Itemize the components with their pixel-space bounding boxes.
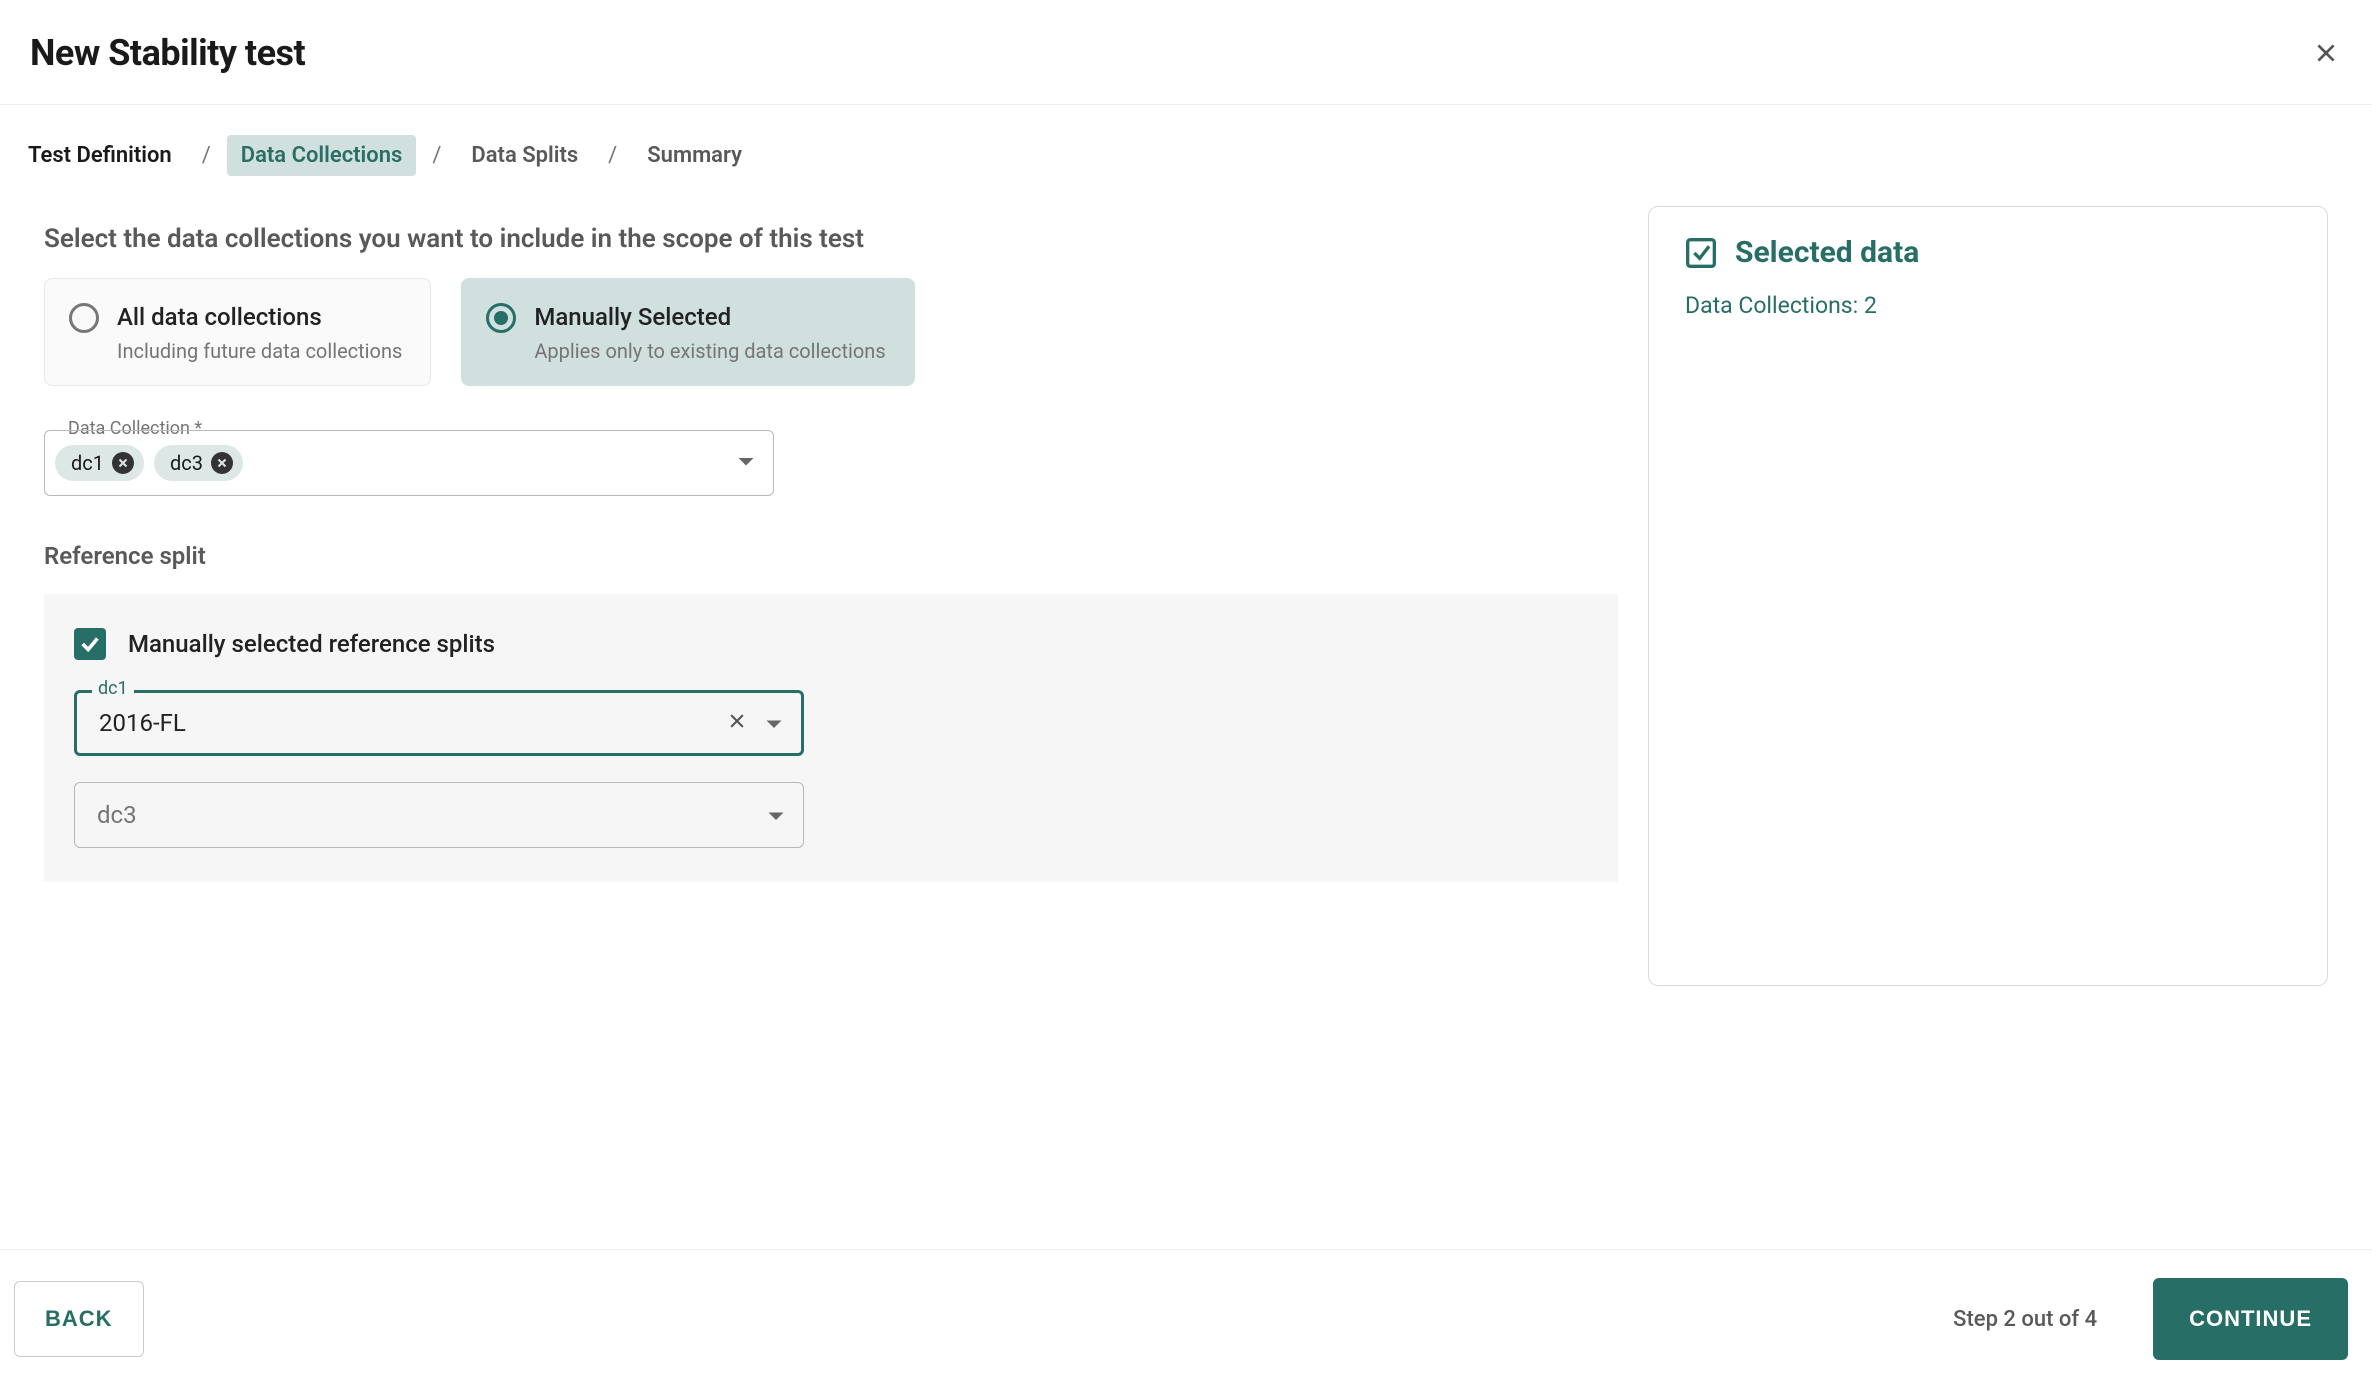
wizard-footer: BACK Step 2 out of 4 CONTINUE (0, 1249, 2372, 1388)
close-icon (117, 457, 129, 469)
manual-reference-label: Manually selected reference splits (128, 630, 495, 658)
data-collection-field[interactable]: Data Collection * dc1 dc3 (44, 430, 774, 496)
reference-split-heading: Reference split (44, 542, 1618, 570)
chip-dc1: dc1 (55, 445, 144, 481)
chip-remove-dc1[interactable] (112, 452, 134, 474)
chevron-down-icon (767, 811, 785, 823)
chevron-down-icon (737, 457, 755, 469)
step-indicator: Step 2 out of 4 (1953, 1307, 2097, 1332)
radio-manual-subtitle: Applies only to existing data collection… (534, 339, 885, 363)
radio-manual-title: Manually Selected (534, 303, 885, 331)
radio-all-subtitle: Including future data collections (117, 339, 402, 363)
back-button[interactable]: BACK (14, 1281, 144, 1357)
reference-split-panel: Manually selected reference splits dc1 (44, 594, 1618, 882)
chip-dc3: dc3 (154, 445, 243, 481)
crumb-separator: / (432, 143, 441, 168)
close-icon (216, 457, 228, 469)
radio-manually-selected[interactable]: Manually Selected Applies only to existi… (461, 278, 914, 386)
radio-all-title: All data collections (117, 303, 402, 331)
page-title: New Stability test (30, 32, 305, 74)
breadcrumb: Test Definition / Data Collections / Dat… (0, 105, 2372, 186)
close-icon (727, 711, 747, 731)
radio-icon (486, 303, 516, 333)
section-heading: Select the data collections you want to … (44, 224, 1618, 254)
selected-data-panel: Selected data Data Collections: 2 (1648, 206, 2328, 986)
dc1-dropdown-toggle[interactable] (765, 709, 783, 737)
dc3-dropdown-toggle[interactable] (767, 801, 785, 829)
manual-reference-checkbox[interactable] (74, 628, 106, 660)
dc1-clear[interactable] (727, 709, 747, 737)
crumb-summary[interactable]: Summary (633, 135, 756, 176)
chip-remove-dc3[interactable] (211, 452, 233, 474)
chevron-down-icon (765, 719, 783, 731)
reference-split-dc3[interactable]: dc3 (74, 782, 804, 848)
dc3-placeholder: dc3 (97, 801, 137, 829)
crumb-data-collections[interactable]: Data Collections (227, 135, 417, 176)
radio-all-collections[interactable]: All data collections Including future da… (44, 278, 431, 386)
crumb-data-splits[interactable]: Data Splits (457, 135, 592, 176)
selected-data-count: Data Collections: 2 (1685, 292, 2291, 319)
continue-button[interactable]: CONTINUE (2153, 1278, 2348, 1360)
check-box-icon (1685, 237, 1717, 269)
dropdown-toggle[interactable] (737, 454, 755, 473)
crumb-separator: / (608, 143, 617, 168)
crumb-test-definition[interactable]: Test Definition (14, 135, 186, 176)
selected-data-title: Selected data (1735, 235, 1919, 270)
radio-icon (69, 303, 99, 333)
close-icon (2313, 40, 2339, 66)
dialog-header: New Stability test (0, 0, 2372, 105)
dc1-input[interactable] (97, 708, 711, 738)
close-button[interactable] (2310, 37, 2342, 69)
dc1-label: dc1 (92, 678, 134, 699)
check-icon (79, 633, 101, 655)
reference-split-dc1[interactable]: dc1 (74, 690, 804, 756)
crumb-separator: / (202, 143, 211, 168)
